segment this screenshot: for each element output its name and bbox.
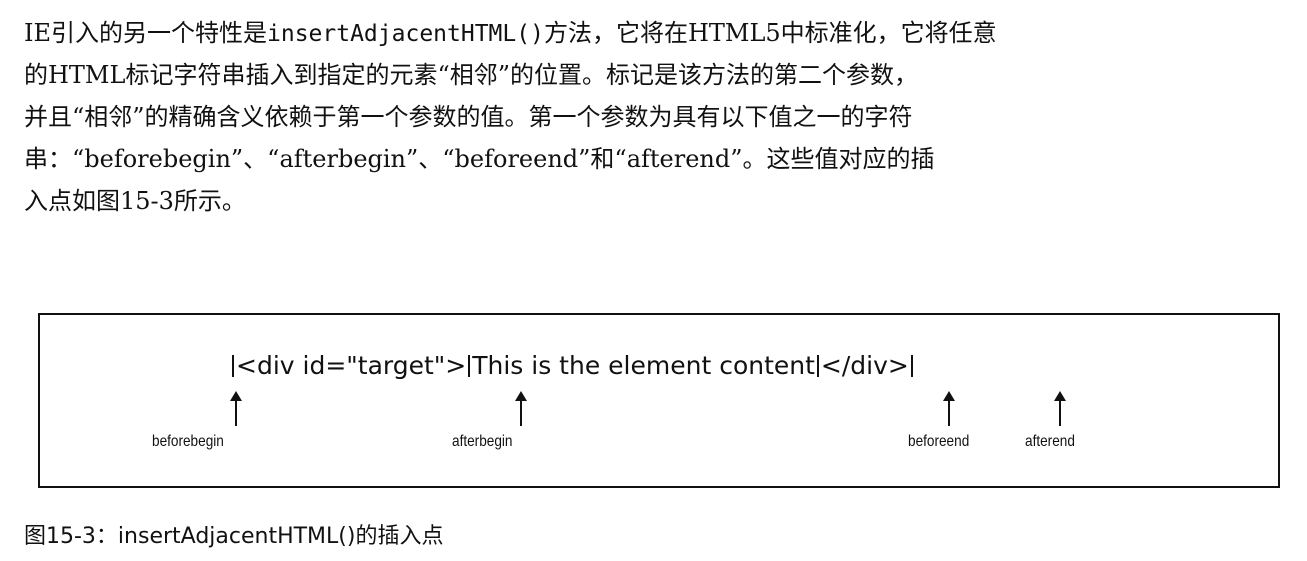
body-paragraph: IE引入的另一个特性是insertAdjacentHTML()方法，它将在HTM…	[24, 12, 1286, 222]
marker-label-afterbegin: afterbegin	[452, 433, 513, 450]
arrow-shaft	[520, 400, 522, 426]
arrow-shaft	[235, 400, 237, 426]
arrow-shaft	[948, 400, 950, 426]
paragraph-line-4: 串：“beforebegin”、“afterbegin”、“beforeend”…	[24, 145, 935, 173]
paragraph-line-1: IE引入的另一个特性是insertAdjacentHTML()方法，它将在HTM…	[24, 12, 1286, 54]
marker-label-afterend: afterend	[1025, 433, 1075, 450]
arrow-shaft	[1059, 400, 1061, 426]
code-open-tag: <div id="target">	[236, 351, 467, 380]
code-close-tag: </div>	[820, 351, 909, 380]
caret-beforebegin	[232, 355, 234, 377]
paragraph-line-5: 入点如图15-3所示。	[24, 187, 246, 215]
figure-caption: 图15-3：insertAdjacentHTML()的插入点	[24, 524, 444, 549]
paragraph-line-1-text-b: 方法，它将在HTML5中标准化，它将任意	[543, 19, 997, 47]
caret-afterend	[910, 355, 913, 377]
paragraph-line-2: 的HTML标记字符串插入到指定的元素“相邻”的位置。标记是该方法的第二个参数，	[24, 61, 918, 89]
paragraph-line-3: 并且“相邻”的精确含义依赖于第一个参数的值。第一个参数为具有以下值之一的字符	[24, 103, 913, 131]
inline-code: insertAdjacentHTML()	[267, 21, 544, 47]
marker-label-beforeend: beforeend	[908, 433, 970, 450]
caret-afterbegin	[468, 355, 471, 377]
marker-label-beforebegin: beforebegin	[152, 433, 224, 450]
figure-box: <div id="target"> This is the element con…	[38, 313, 1280, 488]
paragraph-line-1-text-a: IE引入的另一个特性是	[24, 19, 267, 47]
caret-beforeend	[816, 355, 819, 377]
code-line: <div id="target"> This is the element con…	[230, 351, 915, 380]
code-content: This is the element content	[472, 351, 815, 380]
